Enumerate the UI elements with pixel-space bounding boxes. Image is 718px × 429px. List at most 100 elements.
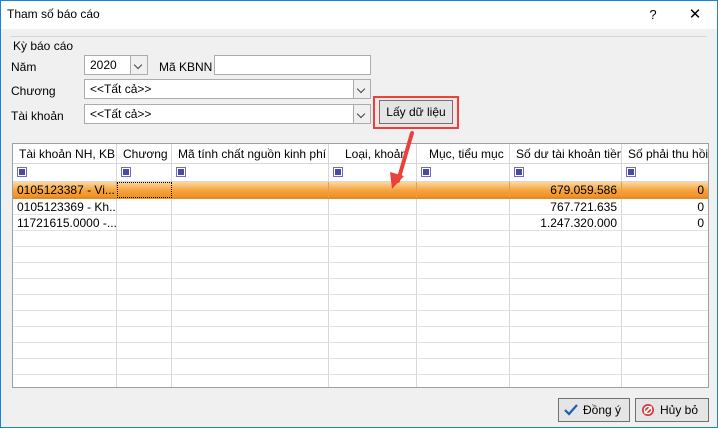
empty-cell [329,327,417,343]
table-row[interactable]: 11721615.0000 -... 1.247.320.000 0 [13,215,708,231]
empty-cell [510,343,622,359]
filter-icon[interactable] [421,167,431,177]
kbnn-label: Mã KBNN [159,60,213,74]
account-cell[interactable]: 11721615.0000 -... [13,215,117,231]
muc-cell[interactable] [417,182,510,198]
filter-icon[interactable] [626,167,636,177]
empty-cell [510,279,622,295]
account-cell[interactable]: 0105123387 - Vi... [13,182,117,198]
chevron-down-icon[interactable] [353,80,370,98]
empty-cell [510,311,622,327]
column-header[interactable]: Loại, khoản [329,144,417,164]
empty-cell [13,295,117,311]
empty-cell [417,375,510,387]
empty-cell [417,295,510,311]
table-row[interactable]: 0105123369 - Kh... 767.721.635 0 [13,199,708,215]
ma-tinh-chat-cell[interactable] [172,199,329,215]
cancel-button-label: Hủy bỏ [660,403,699,417]
window-title: Tham số báo cáo [7,7,100,21]
empty-cell [13,311,117,327]
empty-cell [510,295,622,311]
empty-cell [172,311,329,327]
empty-cell [117,311,172,327]
cancel-button[interactable]: Hủy bỏ [635,398,709,422]
ma-tinh-chat-cell[interactable] [172,215,329,231]
filter-cell[interactable] [172,164,329,182]
empty-cell [117,247,172,263]
empty-cell [622,247,708,263]
empty-cell [13,247,117,263]
chuong-cell[interactable] [117,182,172,198]
filter-icon[interactable] [176,167,186,177]
empty-cell [622,343,708,359]
filter-cell[interactable] [622,164,708,182]
data-grid[interactable]: Tài khoản NH, KB Chương Mã tính chất ngu… [12,143,709,388]
chuong-cell[interactable] [117,215,172,231]
chevron-down-icon[interactable] [353,105,370,123]
column-header[interactable]: Số dư tài khoản tiền [510,144,622,164]
empty-table-row [13,263,708,279]
empty-cell [622,375,708,387]
loai-khoan-cell[interactable] [329,215,417,231]
muc-cell[interactable] [417,199,510,215]
column-header[interactable]: Mã tính chất nguồn kinh phí [172,144,329,164]
account-cell[interactable]: 0105123369 - Kh... [13,199,117,215]
account-select[interactable]: <<Tất cả>> [84,104,371,124]
column-header[interactable]: Tài khoản NH, KB [13,144,117,164]
filter-icon[interactable] [514,167,524,177]
chuong-select[interactable]: <<Tất cả>> [84,79,371,99]
column-header[interactable]: Chương [117,144,172,164]
empty-table-row [13,359,708,375]
empty-cell [13,359,117,375]
close-button[interactable]: ✕ [673,1,717,29]
filter-cell[interactable] [117,164,172,182]
empty-cell [510,247,622,263]
receivable-cell[interactable]: 0 [622,199,708,215]
empty-cell [172,231,329,247]
column-header[interactable]: Số phải thu hồi [622,144,708,164]
chuong-label: Chương [11,84,56,98]
account-label: Tài khoản [11,109,64,123]
empty-cell [622,279,708,295]
empty-cell [417,311,510,327]
empty-cell [329,295,417,311]
loai-khoan-cell[interactable] [329,182,417,198]
account-value: <<Tất cả>> [90,107,152,121]
empty-cell [13,327,117,343]
filter-cell[interactable] [510,164,622,182]
empty-cell [117,295,172,311]
ma-tinh-chat-cell[interactable] [172,182,329,198]
filter-cell[interactable] [329,164,417,182]
empty-table-row [13,311,708,327]
fetch-data-button[interactable]: Lấy dữ liệu [379,100,453,124]
loai-khoan-cell[interactable] [329,199,417,215]
table-row[interactable]: 0105123387 - Vi... 679.059.586 0 [13,182,708,199]
empty-cell [117,343,172,359]
balance-cell[interactable]: 679.059.586 [510,182,622,198]
empty-cell [117,263,172,279]
empty-cell [117,327,172,343]
empty-cell [172,375,329,387]
muc-cell[interactable] [417,215,510,231]
column-header[interactable]: Mục, tiểu mục [417,144,510,164]
filter-cell[interactable] [13,164,117,182]
filter-icon[interactable] [333,167,343,177]
chevron-down-icon[interactable] [130,56,147,74]
empty-cell [329,359,417,375]
kbnn-input[interactable] [214,55,371,75]
filter-cell[interactable] [417,164,510,182]
balance-cell[interactable]: 1.247.320.000 [510,215,622,231]
year-value: 2020 [90,58,117,72]
filter-icon[interactable] [17,167,27,177]
receivable-cell[interactable]: 0 [622,215,708,231]
help-button[interactable]: ? [633,1,673,29]
chuong-cell[interactable] [117,199,172,215]
empty-cell [13,279,117,295]
ok-button[interactable]: Đồng ý [558,398,630,422]
empty-cell [510,327,622,343]
empty-cell [622,231,708,247]
balance-cell[interactable]: 767.721.635 [510,199,622,215]
filter-icon[interactable] [121,167,131,177]
receivable-cell[interactable]: 0 [622,182,708,198]
year-select[interactable]: 2020 [84,55,148,75]
